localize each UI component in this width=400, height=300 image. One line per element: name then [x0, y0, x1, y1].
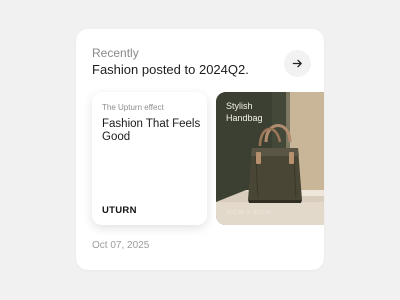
- product-image-card[interactable]: Stylish Handbag 30CM X 40CM: [216, 92, 324, 225]
- post-headline: Fashion posted to 2024Q2.: [92, 62, 249, 77]
- brand-name: UTURN: [102, 205, 137, 216]
- product-label: Stylish Handbag: [226, 101, 263, 123]
- recently-label: Recently: [92, 46, 139, 60]
- next-button[interactable]: [284, 50, 311, 77]
- post-card: Recently Fashion posted to 2024Q2. The U…: [76, 29, 324, 270]
- post-date: Oct 07, 2025: [92, 240, 150, 251]
- feature-eyebrow: The Upturn effect: [102, 103, 164, 112]
- feature-title: Fashion That Feels Good: [102, 118, 201, 143]
- arrow-right-icon: [292, 59, 302, 68]
- feature-text-card[interactable]: The Upturn effect Fashion That Feels Goo…: [92, 92, 207, 225]
- product-dimensions: 30CM X 40CM: [226, 209, 271, 216]
